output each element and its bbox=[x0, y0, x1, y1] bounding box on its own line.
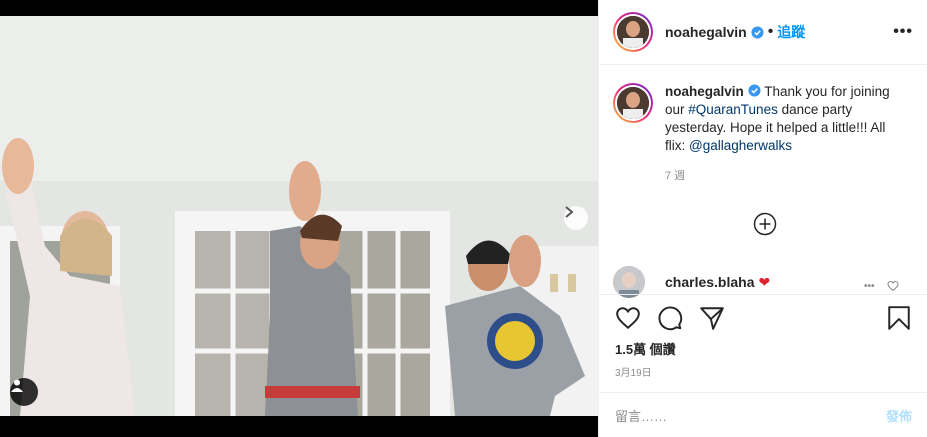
tagged-users-button[interactable] bbox=[10, 378, 38, 406]
verified-badge-icon bbox=[748, 84, 761, 97]
heart-icon[interactable] bbox=[886, 280, 899, 292]
caption-text: noahegalvin Thank you for joining our #Q… bbox=[665, 83, 905, 155]
plus-circle-icon[interactable] bbox=[753, 212, 777, 236]
caption-age: 7 週 bbox=[665, 170, 686, 182]
bookmark-icon[interactable] bbox=[886, 305, 912, 331]
caption: noahegalvin Thank you for joining our #Q… bbox=[599, 65, 927, 155]
follow-button[interactable]: 追蹤 bbox=[777, 22, 805, 42]
post-actions: 1.5萬 個讚 3月19日 bbox=[599, 294, 927, 392]
author-username[interactable]: noahegalvin bbox=[665, 24, 747, 40]
post-photo[interactable] bbox=[0, 16, 598, 416]
next-photo-button[interactable] bbox=[564, 206, 588, 230]
paper-plane-icon[interactable] bbox=[699, 305, 725, 331]
chevron-right-icon bbox=[565, 206, 574, 218]
photo-illustration bbox=[0, 16, 598, 416]
comment-tools: ••• bbox=[864, 280, 899, 292]
separator-dot: • bbox=[767, 23, 774, 40]
comment-text: ❤ bbox=[758, 273, 771, 290]
post-sidebar: noahegalvin • 追蹤 ••• noahegalvin Thank y… bbox=[598, 0, 927, 437]
comment-more-icon[interactable]: ••• bbox=[864, 281, 875, 292]
like-count[interactable]: 1.5萬 個讚 bbox=[599, 339, 927, 358]
caption-username[interactable]: noahegalvin bbox=[665, 84, 744, 99]
post-header: noahegalvin • 追蹤 ••• bbox=[599, 0, 927, 65]
action-icons bbox=[599, 295, 927, 331]
comment-icon[interactable] bbox=[657, 305, 683, 331]
author-avatar[interactable] bbox=[613, 12, 653, 52]
commenter-username[interactable]: charles.blaha bbox=[665, 274, 755, 290]
post-date: 3月19日 bbox=[615, 368, 652, 379]
user-tag-icon bbox=[11, 379, 23, 392]
mention-link[interactable]: @gallagherwalks bbox=[689, 138, 792, 153]
verified-badge-icon bbox=[751, 25, 764, 39]
add-comment-bar: 留言…… 發佈 bbox=[599, 392, 927, 437]
post-comment-button[interactable]: 發佈 bbox=[886, 406, 912, 425]
more-options-icon[interactable]: ••• bbox=[893, 23, 913, 41]
heart-icon[interactable] bbox=[615, 305, 641, 331]
comment-input[interactable]: 留言…… bbox=[615, 406, 667, 425]
caption-avatar[interactable] bbox=[613, 83, 653, 123]
hashtag-link[interactable]: #QuaranTunes bbox=[688, 102, 778, 117]
